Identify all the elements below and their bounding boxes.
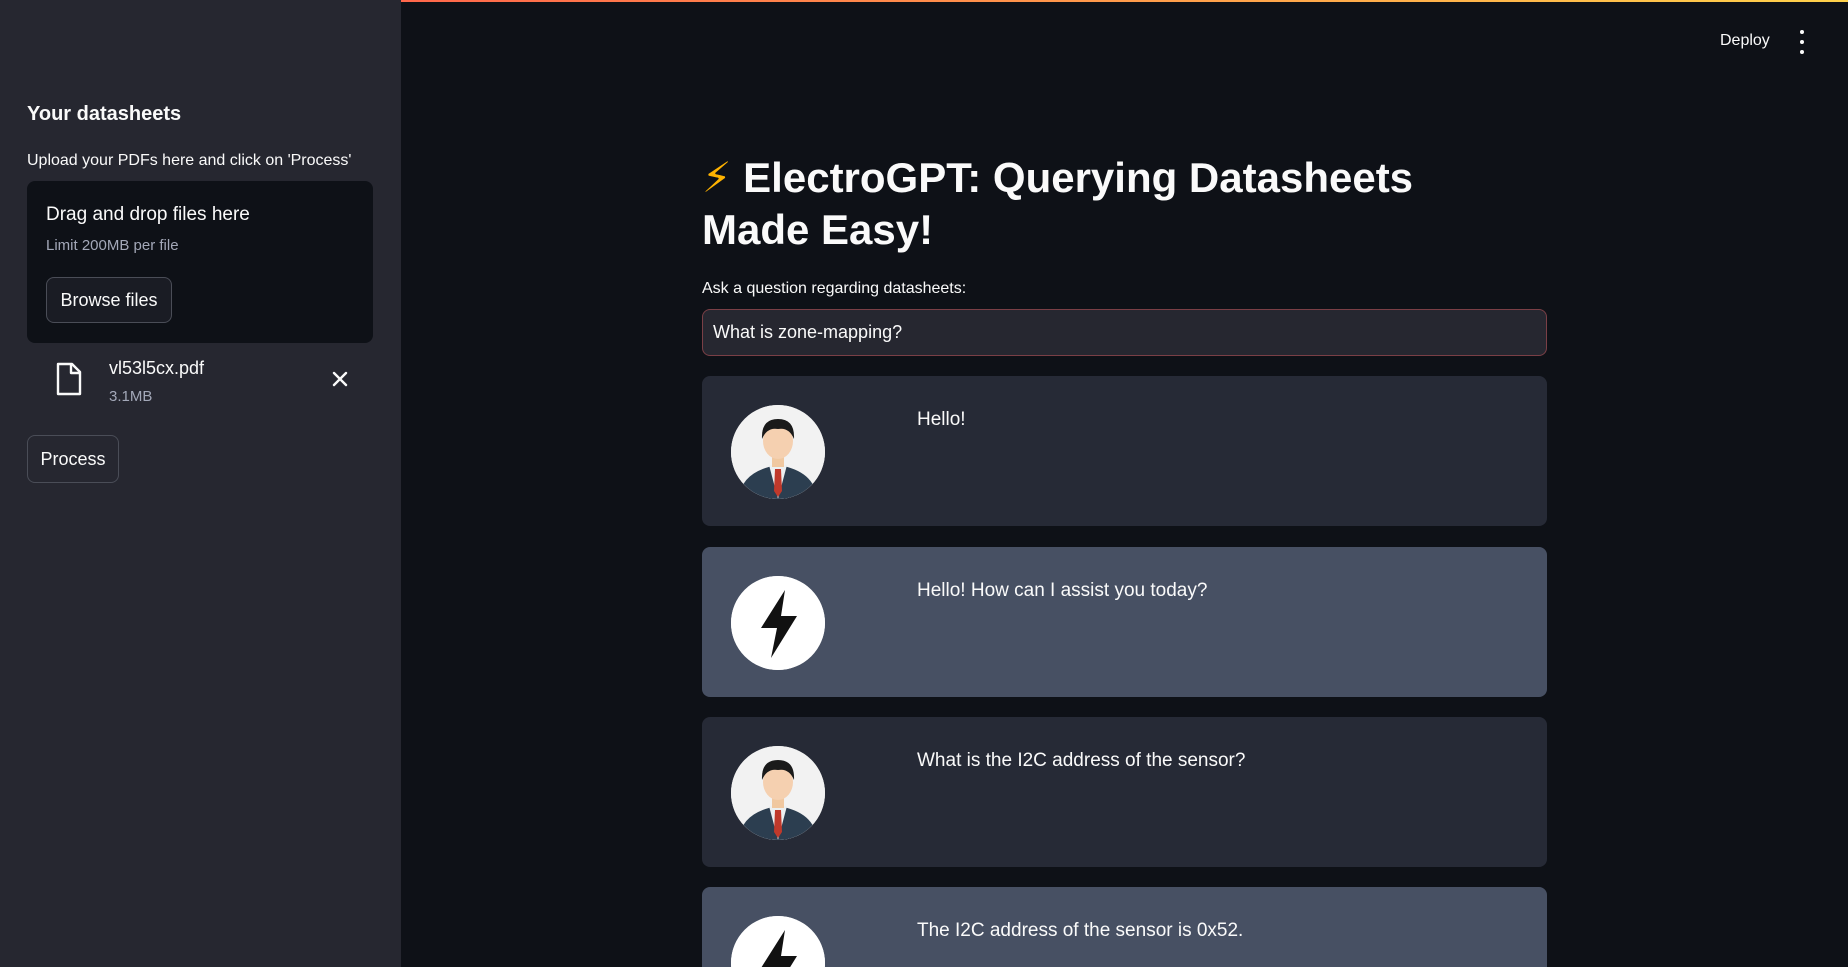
question-input-value: What is zone-mapping?	[713, 322, 903, 342]
file-dropzone[interactable]: Drag and drop files here Limit 200MB per…	[27, 181, 373, 343]
file-icon	[56, 362, 82, 396]
page-title-text: ElectroGPT: Querying Datasheets Made Eas…	[702, 154, 1414, 253]
chat-message-user: Hello!	[702, 376, 1547, 526]
lightning-avatar-icon	[731, 916, 825, 967]
question-input[interactable]: What is zone-mapping?	[702, 309, 1547, 356]
dropzone-limit: Limit 200MB per file	[46, 237, 179, 254]
file-name: vl53l5cx.pdf	[109, 358, 205, 378]
chat-message-bot: Hello! How can I assist you today?	[702, 547, 1547, 697]
more-options-icon[interactable]	[1794, 30, 1810, 54]
process-button[interactable]: Process	[27, 435, 119, 483]
sidebar: Your datasheets Upload your PDFs here an…	[0, 0, 401, 967]
person-avatar-icon	[731, 405, 825, 499]
dropzone-text: Drag and drop files here	[46, 204, 250, 225]
person-avatar-icon	[731, 746, 825, 840]
lightning-icon: ⚡	[702, 154, 732, 201]
message-text: The I2C address of the sensor is 0x52.	[917, 920, 1244, 941]
browse-files-button[interactable]: Browse files	[46, 277, 172, 323]
chat-message-user: What is the I2C address of the sensor?	[702, 717, 1547, 867]
deploy-button[interactable]: Deploy	[1720, 32, 1770, 50]
close-icon[interactable]	[329, 368, 351, 390]
question-label: Ask a question regarding datasheets:	[702, 280, 967, 297]
upload-caption: Upload your PDFs here and click on 'Proc…	[27, 152, 352, 169]
file-size: 3.1MB	[109, 388, 153, 405]
message-text: Hello!	[917, 409, 966, 430]
lightning-avatar-icon	[731, 576, 825, 670]
page-title: ⚡ ElectroGPT: Querying Datasheets Made E…	[702, 152, 1522, 256]
message-text: Hello! How can I assist you today?	[917, 580, 1208, 601]
sidebar-title: Your datasheets	[27, 103, 182, 125]
uploaded-file-item: vl53l5cx.pdf 3.1MB	[27, 352, 373, 408]
message-text: What is the I2C address of the sensor?	[917, 750, 1246, 771]
chat-message-bot: The I2C address of the sensor is 0x52.	[702, 887, 1547, 967]
